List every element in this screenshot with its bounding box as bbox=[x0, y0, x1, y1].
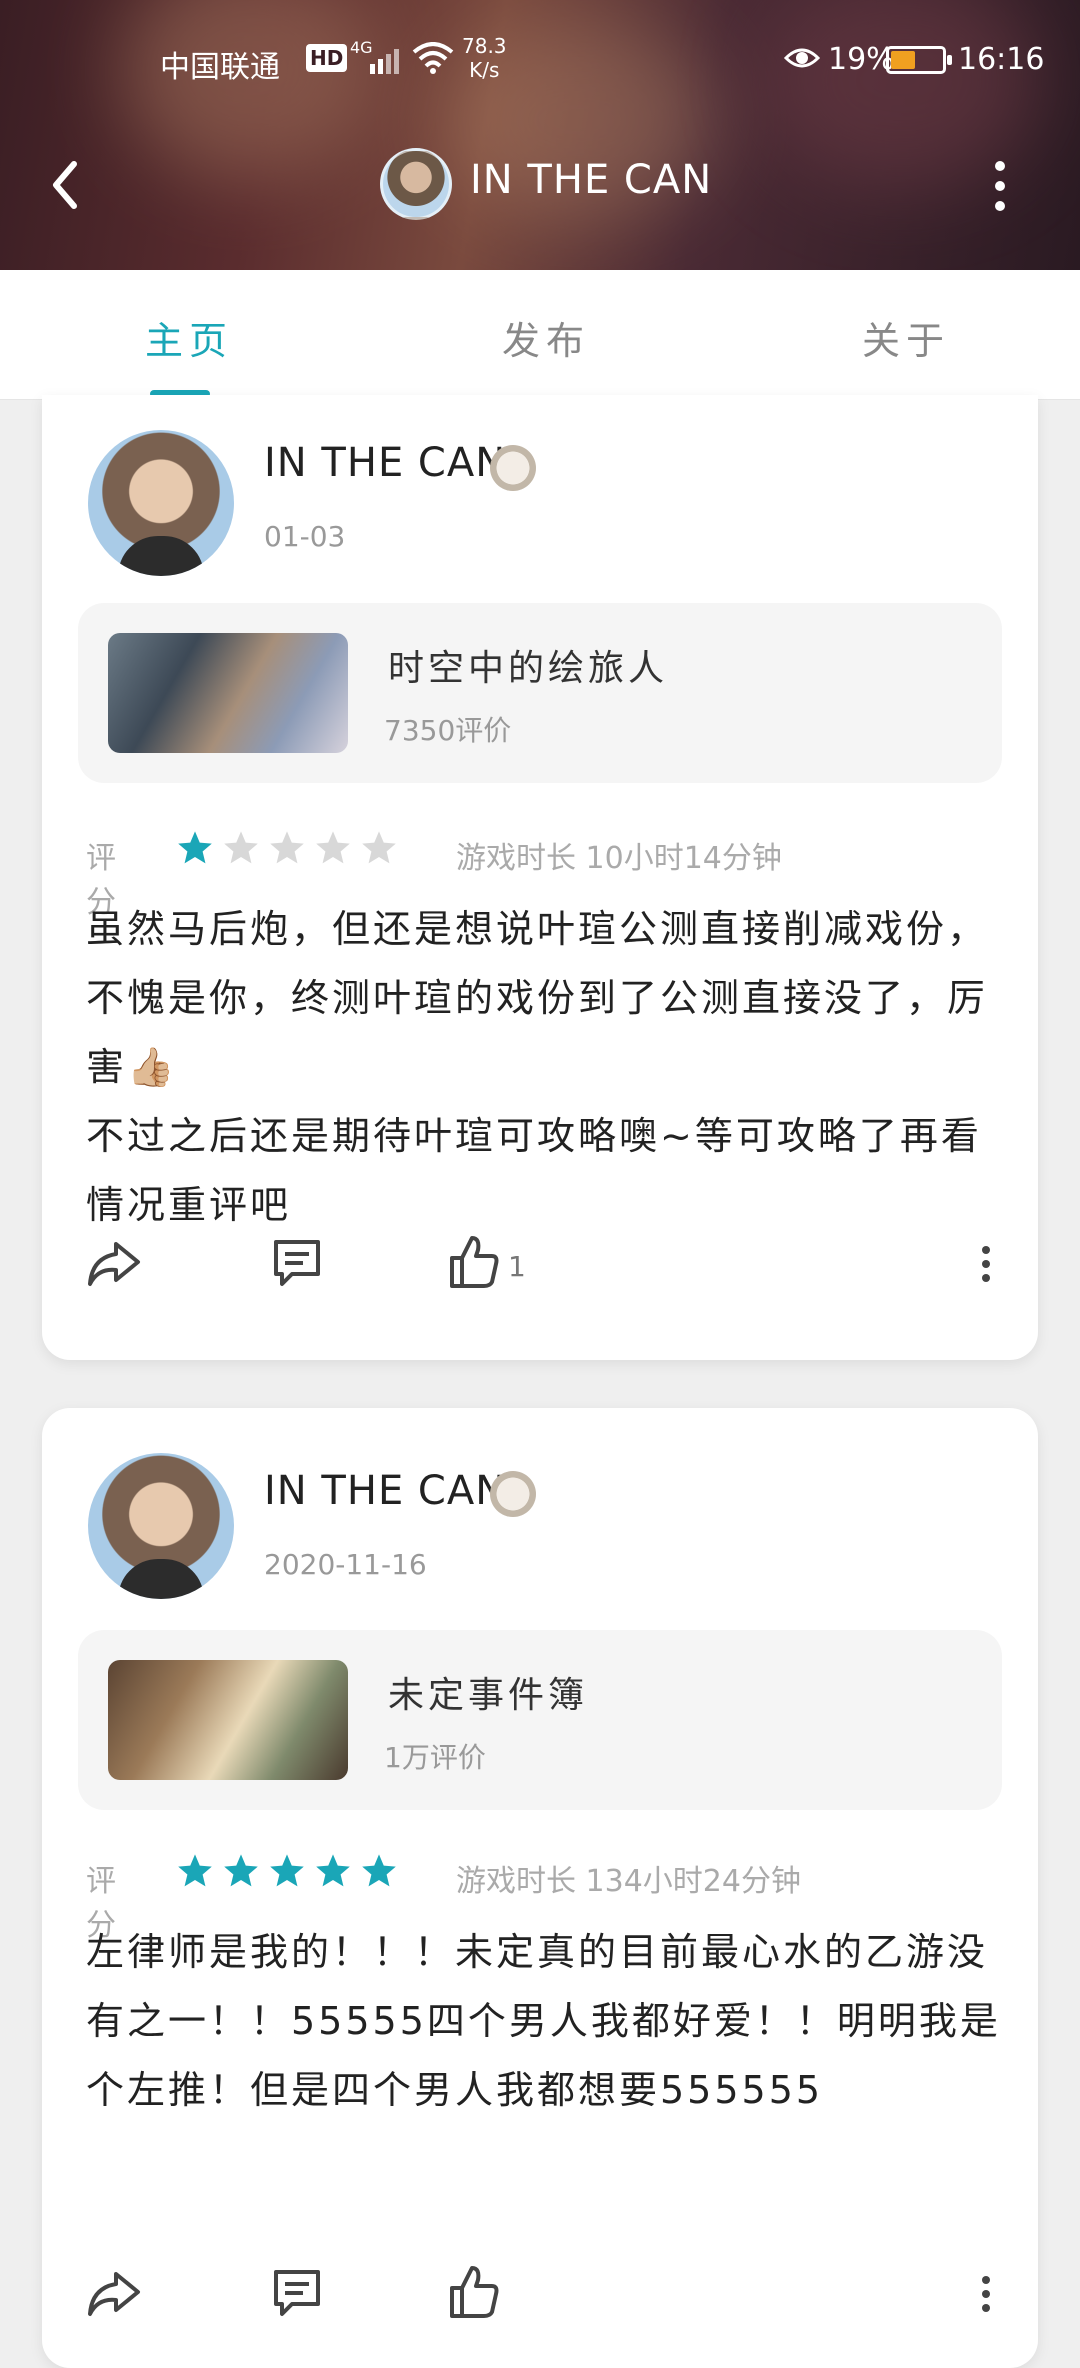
comment-icon[interactable] bbox=[270, 2266, 324, 2320]
game-review-count: 1万评价 bbox=[384, 1741, 486, 1774]
tab-home[interactable]: 主页 bbox=[145, 310, 233, 365]
star-icon bbox=[270, 1854, 304, 1887]
game-title: 时空中的绘旅人 bbox=[388, 648, 669, 689]
more-options-icon[interactable] bbox=[978, 2274, 994, 2314]
signal-icon bbox=[370, 49, 399, 74]
header-avatar[interactable] bbox=[380, 148, 452, 220]
more-options-icon[interactable] bbox=[978, 1244, 994, 1284]
battery-icon bbox=[886, 46, 952, 74]
share-icon[interactable] bbox=[86, 1238, 142, 1288]
status-bar: 中国联通 HD 4G 78.3 K/s 19% 16:16 bbox=[0, 30, 1080, 94]
tab-about[interactable]: 关于 bbox=[862, 310, 950, 365]
clock: 16:16 bbox=[958, 42, 1045, 77]
action-bar bbox=[42, 2260, 1038, 2330]
review-card[interactable]: IN THE CAN 2020-11-16 未定事件簿 1万评价 评分 游戏时长… bbox=[42, 1408, 1038, 2368]
wifi-icon bbox=[412, 42, 454, 74]
game-title: 未定事件簿 bbox=[388, 1675, 589, 1716]
avatar[interactable] bbox=[88, 1453, 234, 1599]
playtime: 游戏时长 134小时24分钟 bbox=[456, 1864, 801, 1899]
post-date: 01-03 bbox=[264, 520, 346, 553]
user-badge-icon bbox=[490, 1471, 536, 1517]
star-icon bbox=[270, 831, 304, 864]
game-info-box[interactable]: 未定事件簿 1万评价 bbox=[78, 1630, 1002, 1810]
star-icon bbox=[224, 1854, 258, 1887]
back-arrow-icon[interactable] bbox=[40, 150, 90, 220]
review-text: 左律师是我的！！！未定真的目前最心水的乙游没有之一！！55555四个男人我都好爱… bbox=[86, 1930, 1001, 2112]
review-text: 虽然马后炮，但还是想说叶瑄公测直接削减戏份，不愧是你，终测叶瑄的戏份到了公测直接… bbox=[86, 907, 989, 1227]
comment-icon[interactable] bbox=[270, 1236, 324, 1290]
star-icon bbox=[178, 831, 212, 864]
game-review-count: 7350评价 bbox=[384, 714, 512, 747]
author-name[interactable]: IN THE CAN bbox=[264, 440, 506, 486]
tab-posts[interactable]: 发布 bbox=[502, 310, 590, 365]
star-icon bbox=[224, 831, 258, 864]
page-title: IN THE CAN bbox=[470, 157, 713, 203]
playtime: 游戏时长 10小时14分钟 bbox=[456, 841, 782, 876]
user-badge-icon bbox=[490, 445, 536, 491]
star-icon bbox=[178, 1854, 212, 1887]
star-icon bbox=[362, 831, 396, 864]
share-icon[interactable] bbox=[86, 2268, 142, 2318]
star-icon bbox=[362, 1854, 396, 1887]
carrier-label: 中国联通 bbox=[160, 50, 280, 85]
profile-header: 中国联通 HD 4G 78.3 K/s 19% 16:16 IN THE CAN bbox=[0, 0, 1080, 270]
like-icon[interactable] bbox=[448, 1234, 500, 1290]
post-date: 2020-11-16 bbox=[264, 1548, 427, 1581]
eye-comfort-icon bbox=[784, 48, 820, 68]
star-rating bbox=[176, 1852, 398, 1890]
hd-badge: HD bbox=[306, 44, 348, 72]
like-count: 1 bbox=[508, 1250, 526, 1283]
review-card[interactable]: IN THE CAN 01-03 时空中的绘旅人 7350评价 评分 游戏时长 … bbox=[42, 395, 1038, 1360]
avatar[interactable] bbox=[88, 430, 234, 576]
battery-percent: 19% bbox=[828, 42, 895, 77]
star-icon bbox=[316, 831, 350, 864]
like-icon[interactable] bbox=[448, 2264, 500, 2320]
tab-bar: 主页 发布 关于 bbox=[0, 270, 1080, 400]
author-name[interactable]: IN THE CAN bbox=[264, 1468, 506, 1514]
action-bar: 1 bbox=[42, 1230, 1038, 1300]
network-speed: 78.3 K/s bbox=[462, 34, 507, 82]
star-rating bbox=[176, 829, 398, 867]
more-vertical-icon[interactable] bbox=[990, 158, 1010, 214]
game-cover-image bbox=[108, 1660, 348, 1780]
game-cover-image bbox=[108, 633, 348, 753]
star-icon bbox=[316, 1854, 350, 1887]
game-info-box[interactable]: 时空中的绘旅人 7350评价 bbox=[78, 603, 1002, 783]
